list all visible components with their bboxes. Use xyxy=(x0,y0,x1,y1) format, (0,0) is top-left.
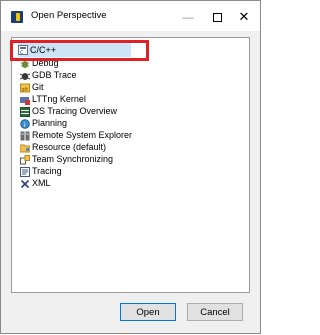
perspective-item-tracing[interactable]: Tracing xyxy=(20,166,62,177)
perspective-item-gdb-trace[interactable]: GDB Trace xyxy=(19,70,77,81)
minimize-icon: — xyxy=(182,10,194,24)
maximize-icon xyxy=(212,12,222,22)
perspective-label: GDB Trace xyxy=(32,70,77,80)
perspective-item-lttng-kernel[interactable]: LTTng Kernel xyxy=(20,94,86,105)
perspective-item-planning[interactable]: i Planning xyxy=(20,118,67,129)
annotation-highlight-box xyxy=(10,40,149,61)
xml-icon xyxy=(20,179,30,189)
cancel-button[interactable]: Cancel xyxy=(187,303,243,321)
perspective-label: Remote System Explorer xyxy=(32,130,133,140)
lttng-kernel-icon xyxy=(20,95,30,105)
perspective-item-xml[interactable]: XML xyxy=(20,178,51,189)
perspective-label: Git xyxy=(32,82,44,92)
perspective-label: XML xyxy=(32,178,51,188)
planning-icon: i xyxy=(20,118,30,129)
perspective-label: LTTng Kernel xyxy=(32,94,86,104)
close-button[interactable]: ✕ xyxy=(225,6,263,28)
gdb-trace-icon xyxy=(19,71,31,81)
perspective-label: Resource (default) xyxy=(32,142,107,152)
perspective-item-team-synchronizing[interactable]: Team Synchronizing xyxy=(20,154,113,165)
open-button[interactable]: Open xyxy=(120,303,176,321)
perspective-label: Tracing xyxy=(32,166,62,176)
open-perspective-dialog: Open Perspective — ✕ C C/C++ Debug GDB T… xyxy=(0,0,261,334)
resource-folder-icon xyxy=(19,143,31,153)
perspective-item-resource-default[interactable]: Resource (default) xyxy=(19,142,107,153)
title-bar: Open Perspective — ✕ xyxy=(1,1,260,31)
os-tracing-icon xyxy=(20,106,30,117)
perspective-label: OS Tracing Overview xyxy=(32,106,118,116)
remote-system-icon xyxy=(20,131,30,141)
eclipse-app-icon xyxy=(11,11,23,23)
git-repository-icon: git xyxy=(20,83,30,93)
perspective-item-os-tracing[interactable]: OS Tracing Overview xyxy=(20,106,117,117)
tracing-icon xyxy=(20,166,30,177)
perspective-item-git[interactable]: git Git xyxy=(20,82,44,93)
perspective-label: Planning xyxy=(32,118,68,128)
perspective-list[interactable]: C C/C++ Debug GDB Trace git Git LTTng Ke… xyxy=(11,37,250,293)
close-icon: ✕ xyxy=(238,9,250,24)
perspective-item-remote-system-explorer[interactable]: Remote System Explorer xyxy=(20,130,132,141)
team-sync-icon xyxy=(20,154,30,165)
svg-text:git: git xyxy=(22,87,29,93)
perspective-label: Team Synchronizing xyxy=(32,154,114,164)
dialog-title: Open Perspective xyxy=(31,10,107,21)
